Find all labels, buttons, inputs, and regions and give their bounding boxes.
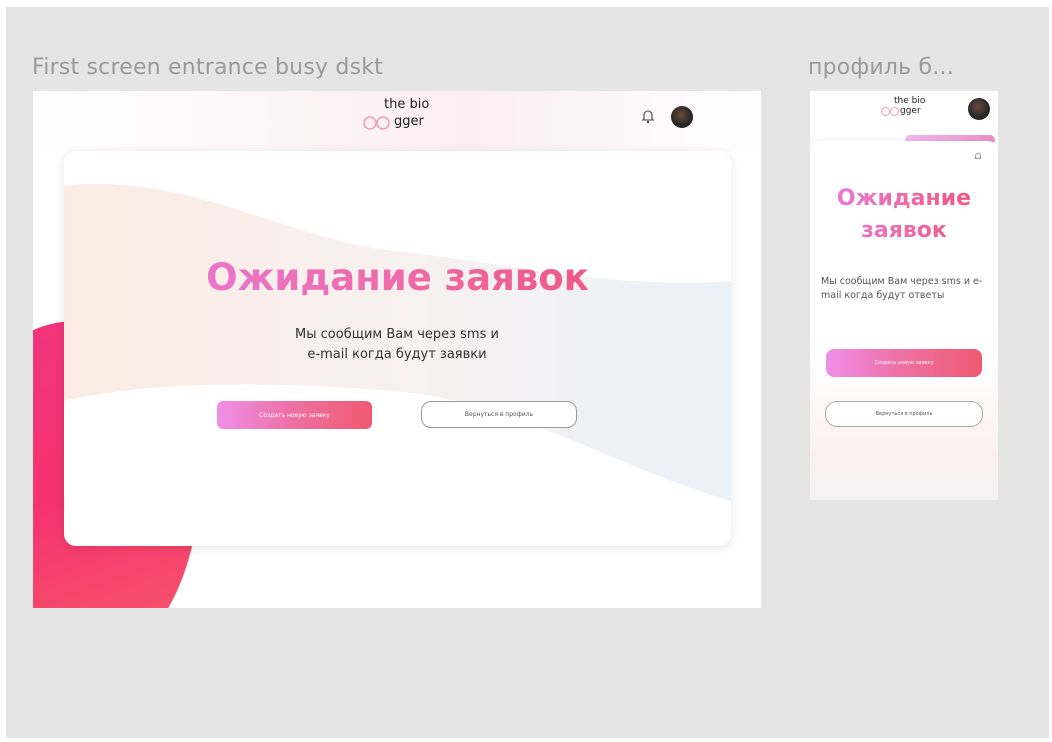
bell-icon[interactable] bbox=[974, 151, 982, 161]
mobile-frame[interactable]: the bio gger Ожидание заявок Мы сообщим … bbox=[810, 91, 998, 500]
mobile-title-line-1: Ожидание bbox=[836, 186, 972, 211]
desktop-frame[interactable]: the bio gger Ожидание заявок Мы сообщим … bbox=[33, 91, 761, 608]
logo-line-1: the bio bbox=[384, 97, 430, 112]
logo-rings-icon bbox=[363, 116, 390, 130]
subtitle-line-1: Мы сообщим Вам через sms и bbox=[295, 327, 499, 342]
back-to-profile-button[interactable]: Вернуться в профиль bbox=[825, 401, 983, 427]
mobile-frame-label[interactable]: профиль б... bbox=[808, 55, 954, 80]
logo[interactable]: the bio gger bbox=[362, 97, 442, 137]
mobile-title-line-2: заявок bbox=[861, 218, 947, 243]
logo-line-2: gger bbox=[394, 114, 424, 129]
design-canvas: First screen entrance busy dskt профиль … bbox=[6, 7, 1049, 738]
page-title: Ожидание заявок bbox=[64, 256, 731, 299]
mobile-page-title: Ожидание заявок bbox=[810, 183, 998, 247]
avatar[interactable] bbox=[671, 106, 693, 128]
waiting-card: Ожидание заявок Мы сообщим Вам через sms… bbox=[64, 151, 731, 546]
desktop-frame-label[interactable]: First screen entrance busy dskt bbox=[32, 55, 383, 80]
avatar[interactable] bbox=[968, 98, 990, 120]
subtitle: Мы сообщим Вам через sms и e-mail когда … bbox=[247, 325, 547, 365]
create-request-button[interactable]: Создать новую заявку bbox=[217, 401, 372, 429]
mobile-subtitle: Мы сообщим Вам через sms и e-mail когда … bbox=[821, 276, 983, 301]
back-to-profile-button[interactable]: Вернуться в профиль bbox=[421, 401, 577, 428]
logo-small[interactable]: the bio gger bbox=[880, 96, 940, 122]
bell-icon[interactable] bbox=[641, 108, 655, 124]
subtitle-line-2: e-mail когда будут заявки bbox=[307, 347, 487, 362]
logo-small-line-1: the bio bbox=[894, 96, 926, 106]
logo-rings-icon bbox=[881, 107, 899, 116]
logo-small-line-2: gger bbox=[900, 106, 921, 116]
create-request-button[interactable]: Создать новую заявку bbox=[826, 349, 982, 377]
